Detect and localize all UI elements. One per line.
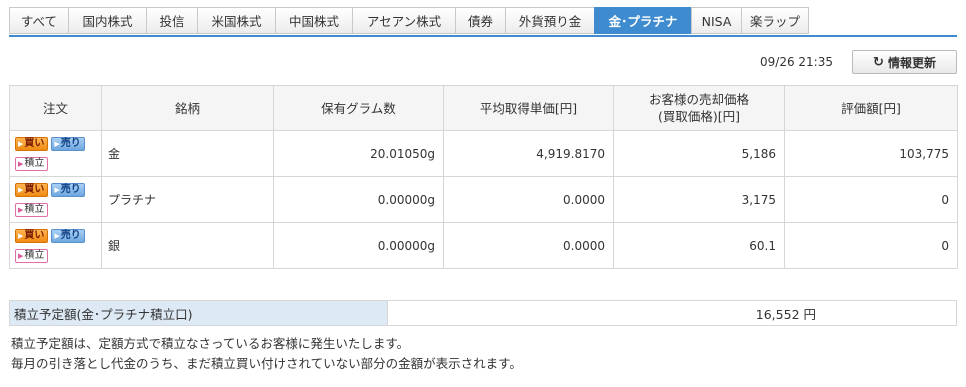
tab-gold-platinum[interactable]: 金･プラチナ — [594, 7, 691, 34]
reserve-value: 16,552 円 — [387, 300, 957, 326]
grams-value: 20.01050g — [273, 130, 444, 177]
tab-asean-stocks[interactable]: アセアン株式 — [352, 7, 455, 34]
tab-domestic-stocks[interactable]: 国内株式 — [68, 7, 146, 34]
refresh-icon: ↻ — [873, 54, 884, 70]
table-row: ▶ 買い ▶ 売り ▶ 積立 銀 0.00000g 0.0000 60.1 0 — [9, 222, 958, 269]
reserve-label: 積立予定額(金･プラチナ積立口) — [9, 300, 388, 326]
arrow-icon: ▶ — [18, 185, 24, 194]
buy-button[interactable]: ▶ 買い — [15, 136, 49, 151]
table-row: ▶ 買い ▶ 売り ▶ 積立 プラチナ 0.00000g 0.0000 3,175 0 — [9, 176, 958, 223]
col-header-order: 注文 — [9, 85, 102, 131]
order-cell: ▶ 買い ▶ 売り ▶ 積立 — [9, 222, 102, 269]
sell-button[interactable]: ▶ 売り — [51, 182, 85, 197]
note-line-1: 積立予定額は、定額方式で積立なさっているお客様に発生いたします。 — [11, 336, 410, 351]
arrow-icon: ▶ — [18, 251, 24, 260]
arrow-icon: ▶ — [54, 231, 60, 240]
buy-button[interactable]: ▶ 買い — [15, 182, 49, 197]
tab-china-stocks[interactable]: 中国株式 — [275, 7, 352, 34]
sell-price-line1: お客様の売却価格 — [648, 92, 749, 107]
order-cell: ▶ 買い ▶ 売り ▶ 積立 — [9, 130, 102, 177]
col-header-sell-price: お客様の売却価格 (買取価格)[円] — [613, 85, 785, 131]
valuation-value: 103,775 — [784, 130, 958, 177]
tab-bonds[interactable]: 債券 — [455, 7, 505, 34]
tab-all[interactable]: すべて — [9, 7, 68, 34]
product-name: 金 — [101, 130, 274, 177]
col-header-name: 銘柄 — [101, 85, 274, 131]
sell-price-value: 5,186 — [613, 130, 785, 177]
tab-nisa[interactable]: NISA — [691, 7, 741, 34]
sell-price-line2: (買取価格)[円] — [657, 109, 740, 124]
holdings-table: 注文 銘柄 保有グラム数 平均取得単価[円] お客様の売却価格 (買取価格)[円… — [9, 85, 958, 269]
valuation-value: 0 — [784, 222, 958, 269]
arrow-icon: ▶ — [18, 159, 24, 168]
tab-rakuwrap[interactable]: 楽ラップ — [741, 7, 809, 34]
grams-value: 0.00000g — [273, 222, 444, 269]
arrow-icon: ▶ — [54, 139, 60, 148]
product-name: プラチナ — [101, 176, 274, 223]
table-row: ▶ 買い ▶ 売り ▶ 積立 金 20.01050g 4,919.8170 5,186… — [9, 130, 958, 177]
tsumitate-button[interactable]: ▶ 積立 — [15, 202, 49, 217]
grams-value: 0.00000g — [273, 176, 444, 223]
product-name: 銀 — [101, 222, 274, 269]
avg-cost-value: 0.0000 — [443, 176, 614, 223]
refresh-label: 情報更新 — [887, 55, 936, 70]
sell-price-value: 60.1 — [613, 222, 785, 269]
table-header-row: 注文 銘柄 保有グラム数 平均取得単価[円] お客様の売却価格 (買取価格)[円… — [9, 85, 958, 131]
arrow-icon: ▶ — [18, 205, 24, 214]
avg-cost-value: 0.0000 — [443, 222, 614, 269]
category-tabs: すべて 国内株式 投信 米国株式 中国株式 アセアン株式 債券 外貨預り金 金･… — [9, 7, 809, 35]
col-header-grams: 保有グラム数 — [273, 85, 444, 131]
refresh-button[interactable]: ↻ 情報更新 — [852, 50, 957, 74]
valuation-value: 0 — [784, 176, 958, 223]
sell-price-value: 3,175 — [613, 176, 785, 223]
order-cell: ▶ 買い ▶ 売り ▶ 積立 — [9, 176, 102, 223]
tab-investment-trusts[interactable]: 投信 — [146, 7, 197, 34]
tab-foreign-currency-deposits[interactable]: 外貨預り金 — [505, 7, 594, 34]
note-line-2: 毎月の引き落とし代金のうち、まだ積立買い付けされていない部分の金額が表示されます… — [11, 356, 522, 371]
tsumitate-button[interactable]: ▶ 積立 — [15, 248, 49, 263]
tab-us-stocks[interactable]: 米国株式 — [197, 7, 275, 34]
sell-button[interactable]: ▶ 売り — [51, 228, 85, 243]
arrow-icon: ▶ — [18, 231, 24, 240]
arrow-icon: ▶ — [18, 139, 24, 148]
tab-underline — [9, 35, 957, 37]
col-header-avg-cost: 平均取得単価[円] — [443, 85, 614, 131]
reserve-table: 積立予定額(金･プラチナ積立口) 16,552 円 — [9, 300, 957, 326]
buy-button[interactable]: ▶ 買い — [15, 228, 49, 243]
arrow-icon: ▶ — [54, 185, 60, 194]
sell-button[interactable]: ▶ 売り — [51, 136, 85, 151]
update-timestamp: 09/26 21:35 — [760, 55, 833, 69]
col-header-value: 評価額[円] — [784, 85, 958, 131]
avg-cost-value: 4,919.8170 — [443, 130, 614, 177]
tsumitate-button[interactable]: ▶ 積立 — [15, 156, 49, 171]
